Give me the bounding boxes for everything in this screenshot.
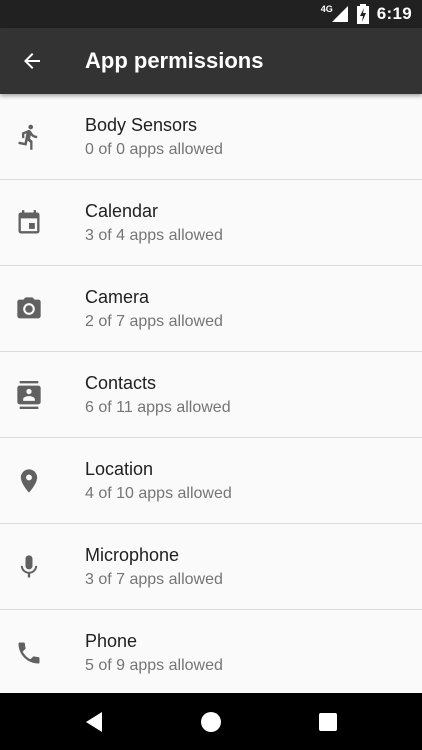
app-bar: App permissions — [0, 28, 422, 94]
nav-recents-button[interactable] — [311, 705, 345, 739]
permission-label: Contacts — [85, 373, 157, 393]
back-button[interactable] — [12, 41, 52, 81]
signal-icon — [331, 6, 348, 22]
clock: 6:19 — [376, 4, 412, 23]
permission-item-camera[interactable]: Camera 2 of 7 apps allowed — [0, 266, 422, 352]
permission-item-calendar[interactable]: Calendar 3 of 4 apps allowed — [0, 180, 422, 266]
permission-item-location[interactable]: Location 4 of 10 apps allowed — [0, 438, 422, 524]
permission-label: Camera — [85, 287, 150, 307]
nav-home-button[interactable] — [194, 705, 228, 739]
permission-summary: 4 of 10 apps allowed — [85, 485, 232, 502]
microphone-icon — [20, 555, 38, 578]
triangle-back-icon — [86, 712, 102, 732]
square-recents-icon — [319, 713, 337, 731]
calendar-icon — [18, 210, 40, 234]
status-icons: 4G 6:19 — [321, 0, 412, 28]
running-person-icon — [18, 124, 38, 150]
permission-label: Microphone — [85, 545, 180, 565]
arrow-back-icon — [24, 53, 40, 69]
circle-home-icon — [201, 712, 221, 732]
permission-label: Phone — [85, 631, 138, 651]
network-type: 4G — [320, 4, 333, 14]
permission-item-microphone[interactable]: Microphone 3 of 7 apps allowed — [0, 524, 422, 610]
page-title: App permissions — [85, 48, 264, 73]
permission-label: Calendar — [85, 201, 159, 221]
permissions-list: Body Sensors 0 of 0 apps allowed Calenda… — [0, 94, 422, 696]
permission-item-phone[interactable]: Phone 5 of 9 apps allowed — [0, 610, 422, 696]
permission-summary: 3 of 7 apps allowed — [85, 571, 223, 588]
battery-charging-icon — [356, 4, 369, 24]
permission-item-body-sensors[interactable]: Body Sensors 0 of 0 apps allowed — [0, 94, 422, 180]
permission-summary: 0 of 0 apps allowed — [85, 141, 223, 158]
permission-label: Location — [85, 459, 154, 479]
camera-icon — [17, 297, 41, 319]
status-bar: 4G 6:19 — [0, 0, 422, 28]
permission-summary: 2 of 7 apps allowed — [85, 313, 223, 330]
phone-icon — [18, 642, 40, 664]
permission-label: Body Sensors — [85, 115, 198, 135]
contacts-icon — [17, 381, 41, 409]
permission-summary: 5 of 9 apps allowed — [85, 657, 223, 674]
permission-summary: 3 of 4 apps allowed — [85, 227, 223, 244]
navigation-bar — [0, 693, 422, 750]
permission-summary: 6 of 11 apps allowed — [85, 399, 231, 416]
nav-back-button[interactable] — [77, 705, 111, 739]
location-pin-icon — [20, 469, 38, 493]
permission-item-contacts[interactable]: Contacts 6 of 11 apps allowed — [0, 352, 422, 438]
